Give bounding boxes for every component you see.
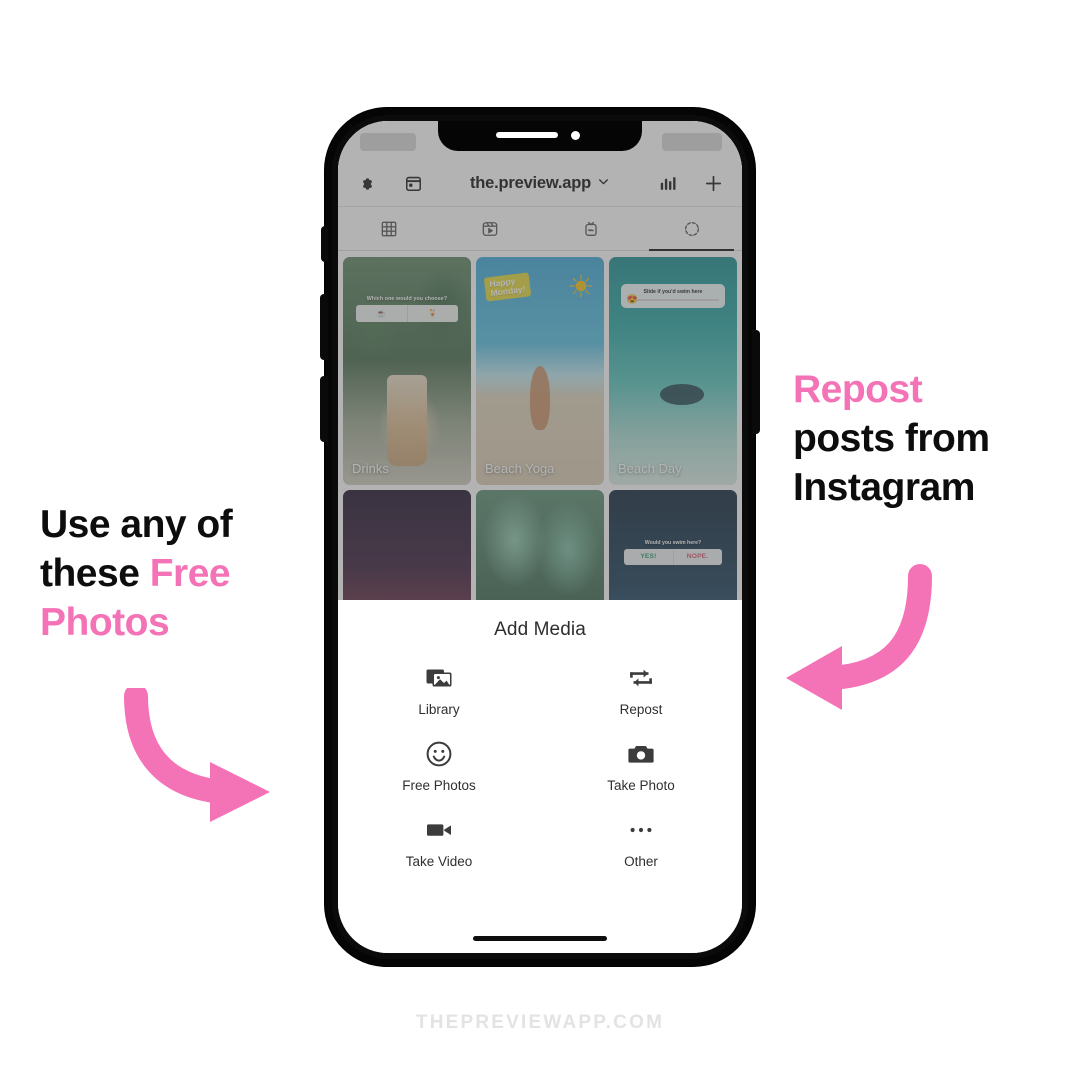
sheet-option-label: Repost bbox=[619, 702, 663, 717]
video-camera-icon bbox=[425, 815, 453, 845]
volume-down-button[interactable] bbox=[320, 376, 328, 442]
grid-cell-label: Drinks bbox=[352, 460, 389, 476]
annotation-left-line2: these Free bbox=[40, 549, 305, 598]
sheet-option-take-photo[interactable]: Take Photo bbox=[540, 739, 742, 793]
page-title[interactable]: the.preview.app bbox=[428, 174, 652, 193]
quiz-option-no: NOPE. bbox=[672, 548, 722, 565]
tab-grid[interactable] bbox=[338, 207, 439, 250]
home-indicator[interactable] bbox=[473, 936, 607, 941]
phone-mockup: the.preview.app Which one would you choo… bbox=[320, 108, 760, 966]
photo-library-icon bbox=[425, 663, 453, 693]
quiz-question: Would you swim here? bbox=[644, 539, 702, 546]
watermark: THEPREVIEWAPP.COM bbox=[415, 1012, 665, 1033]
annotation-right-line2: posts from bbox=[793, 417, 990, 461]
sheet-option-library[interactable]: Library bbox=[338, 663, 540, 717]
annotation-left: Use any of these Free Photos bbox=[40, 500, 305, 647]
grid-cell-label: Beach Yoga bbox=[485, 460, 555, 476]
app-nav-bar: the.preview.app bbox=[338, 161, 742, 207]
sheet-option-label: Library bbox=[418, 702, 460, 717]
tab-stories[interactable] bbox=[641, 207, 742, 251]
chevron-down-icon bbox=[597, 174, 610, 193]
notch-speaker-icon bbox=[496, 132, 558, 138]
volume-up-button[interactable] bbox=[320, 294, 328, 360]
notch bbox=[438, 121, 642, 151]
account-name: the.preview.app bbox=[469, 174, 592, 192]
tab-reels[interactable] bbox=[439, 207, 540, 250]
happy-line2: Monday! bbox=[489, 284, 526, 299]
curved-arrow-down-left-icon bbox=[786, 564, 932, 710]
silent-switch-button[interactable] bbox=[321, 226, 328, 262]
sheet-title: Add Media bbox=[494, 619, 586, 640]
grid-cell[interactable]: Which one would you choose? ☕ 🍹 Drinks bbox=[343, 257, 471, 485]
sheet-option-label: Take Photo bbox=[607, 778, 675, 793]
poll-sticker: Which one would you choose? ☕ 🍹 bbox=[355, 295, 459, 322]
bar-chart-icon[interactable] bbox=[652, 169, 682, 199]
poll-options: ☕ 🍹 bbox=[355, 304, 459, 322]
tab-igtv[interactable] bbox=[540, 207, 641, 250]
annotation-right-line3: Instagram bbox=[793, 466, 975, 510]
annotation-right: Repost posts from Instagram bbox=[793, 365, 1055, 512]
phone-screen: the.preview.app Which one would you choo… bbox=[338, 121, 742, 953]
sheet-option-repost[interactable]: Repost bbox=[540, 663, 742, 717]
slider-question: Slide if you'd swim here bbox=[643, 289, 703, 296]
sheet-option-take-video[interactable]: Take Video bbox=[338, 815, 540, 869]
smiley-face-icon bbox=[425, 739, 453, 769]
add-media-sheet: Add Media Library Repost Free Photos Tak… bbox=[338, 600, 742, 953]
slider-emoji: 😍 bbox=[626, 294, 638, 305]
sheet-option-other[interactable]: Other bbox=[540, 815, 742, 869]
slider-track: 😍 bbox=[626, 295, 720, 304]
notch-camera-icon bbox=[571, 131, 580, 140]
gear-icon[interactable] bbox=[352, 169, 382, 199]
annotation-left-line1: Use any of bbox=[40, 503, 233, 546]
status-bar-indicators bbox=[662, 133, 722, 151]
repost-icon bbox=[627, 663, 655, 693]
camera-icon bbox=[627, 739, 655, 769]
quiz-option-yes: YES! bbox=[640, 553, 657, 561]
calendar-icon[interactable] bbox=[398, 169, 428, 199]
quiz-sticker: Would you swim here? YES! NOPE. bbox=[624, 539, 722, 565]
poll-question: Which one would you choose? bbox=[366, 295, 448, 302]
poll-option-b: 🍹 bbox=[406, 304, 459, 322]
content-tab-bar bbox=[338, 207, 742, 251]
annotation-left-accent-photos: Photos bbox=[40, 601, 170, 645]
status-bar-time bbox=[360, 133, 416, 151]
sheet-option-label: Other bbox=[624, 854, 658, 869]
annotation-left-accent-free: Free bbox=[149, 552, 231, 596]
sun-icon bbox=[569, 274, 593, 298]
poll-option-a: ☕ bbox=[376, 308, 387, 318]
annotation-right-accent-repost: Repost bbox=[793, 368, 923, 411]
sheet-option-label: Take Video bbox=[405, 854, 473, 869]
slider-sticker: Slide if you'd swim here 😍 bbox=[620, 284, 726, 309]
plus-icon[interactable] bbox=[698, 169, 728, 199]
quiz-options: YES! NOPE. bbox=[624, 548, 722, 565]
canvas: Use any of these Free Photos Repost post… bbox=[0, 0, 1080, 1080]
curved-arrow-down-right-icon bbox=[124, 688, 270, 822]
grid-cell-label: Beach Day bbox=[618, 460, 682, 476]
story-thumbnail bbox=[343, 257, 471, 485]
sheet-option-label: Free Photos bbox=[402, 778, 476, 793]
grid-cell[interactable]: Happy Monday! Beach Yoga bbox=[476, 257, 604, 485]
sheet-options-grid: Library Repost Free Photos Take Photo Ta… bbox=[338, 663, 742, 869]
annotation-left-line2-plain: these bbox=[40, 552, 150, 596]
ellipsis-icon bbox=[627, 815, 655, 845]
grid-cell[interactable]: Slide if you'd swim here 😍 Beach Day bbox=[609, 257, 737, 485]
power-button[interactable] bbox=[752, 330, 760, 434]
sheet-option-free-photos[interactable]: Free Photos bbox=[338, 739, 540, 793]
